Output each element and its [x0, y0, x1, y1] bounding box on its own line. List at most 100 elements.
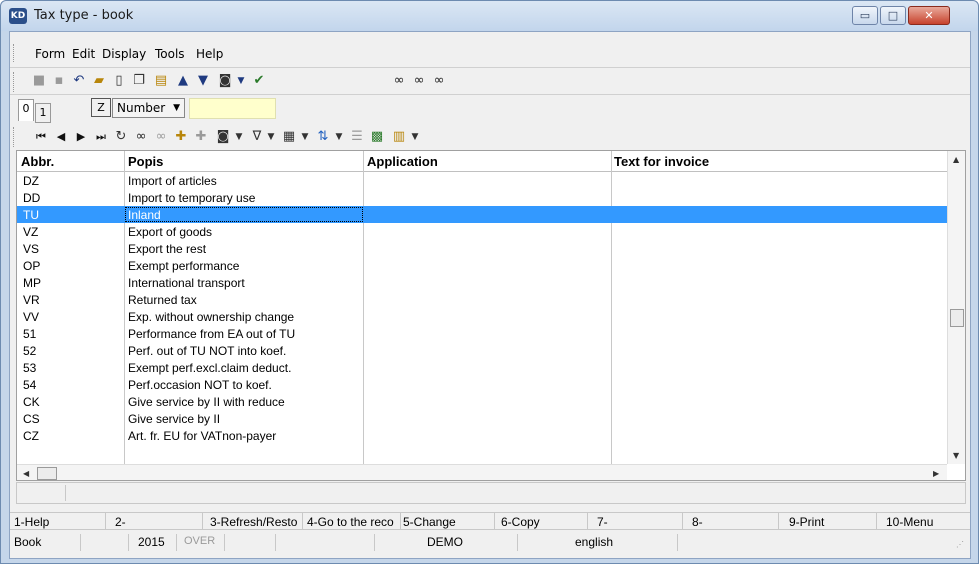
vertical-scrollbar[interactable]: ▲ ▼: [947, 151, 965, 464]
z-button[interactable]: Z: [91, 98, 111, 117]
toolbar-grip[interactable]: [13, 72, 16, 92]
f8-key[interactable]: 8-: [692, 515, 703, 529]
book-icon[interactable]: ▤: [152, 72, 170, 90]
table-row[interactable]: OP Exempt performance: [17, 257, 947, 274]
nav-toolbar-grip[interactable]: [13, 127, 16, 147]
cell-popis: Returned tax: [128, 293, 197, 307]
menu-edit[interactable]: Edit: [72, 47, 95, 61]
dropdown-icon[interactable]: ▼: [232, 72, 250, 90]
tab-0[interactable]: 0: [18, 99, 34, 121]
f5-change-key[interactable]: 5-Change: [403, 515, 456, 529]
save-as-icon[interactable]: ▪: [50, 72, 68, 90]
menu-separator: [10, 67, 970, 68]
status-divider: [224, 534, 225, 551]
table-row[interactable]: 52 Perf. out of TU NOT into koef.: [17, 342, 947, 359]
cell-abbr: DD: [23, 191, 41, 205]
undo-icon[interactable]: ↶: [70, 72, 88, 90]
sort-select-value: Number: [117, 101, 166, 115]
main-toolbar: ■ ▪ ↶ ▰ ▯ ❐ ▤ ▲ ▼ ◙ ▼ ✔ ∞ ∞ ∞: [10, 70, 970, 94]
title-bar[interactable]: KD Tax type - book ▭ □ ✕: [1, 1, 978, 31]
find-record-icon[interactable]: ∞: [132, 128, 150, 146]
menu-tools[interactable]: Tools: [155, 47, 185, 61]
add-record-icon[interactable]: ✚: [172, 128, 190, 146]
table-row[interactable]: CS Give service by II: [17, 410, 947, 427]
fkey-divider: [302, 513, 303, 530]
check-icon[interactable]: ✔: [250, 72, 268, 90]
table-row[interactable]: DZ Import of articles: [17, 172, 947, 189]
column-header-application[interactable]: Application: [367, 154, 438, 169]
first-record-icon[interactable]: ⏮: [32, 128, 50, 146]
report-dropdown-icon[interactable]: ▼: [406, 128, 424, 146]
menu-form[interactable]: Form: [35, 47, 65, 61]
table-row[interactable]: VR Returned tax: [17, 291, 947, 308]
find-disabled-icon[interactable]: ∞: [152, 128, 170, 146]
close-button[interactable]: ✕: [908, 6, 950, 25]
table-row[interactable]: VS Export the rest: [17, 240, 947, 257]
vertical-scroll-thumb[interactable]: [950, 309, 964, 327]
next-record-icon[interactable]: ▶: [72, 128, 90, 146]
save-icon[interactable]: ■: [30, 72, 48, 90]
resize-grip-icon[interactable]: ⋰: [956, 540, 964, 549]
cell-abbr: MP: [23, 276, 41, 290]
f10-menu-key[interactable]: 10-Menu: [886, 515, 933, 529]
status-divider: [275, 534, 276, 551]
camera-dropdown-icon[interactable]: ▼: [230, 128, 248, 146]
cell-popis: Inland: [128, 208, 161, 222]
cell-popis: Give service by II with reduce: [128, 395, 285, 409]
scroll-left-icon[interactable]: ◀: [23, 469, 29, 478]
fkey-divider: [876, 513, 877, 530]
find-replace-icon[interactable]: ∞: [430, 72, 448, 90]
table-row[interactable]: 51 Performance from EA out of TU: [17, 325, 947, 342]
f4-goto-record-key[interactable]: 4-Go to the reco: [307, 515, 400, 529]
f3-refresh-key[interactable]: 3-Refresh/Resto: [210, 515, 302, 529]
scroll-up-icon[interactable]: ▲: [953, 155, 959, 164]
last-record-icon[interactable]: ⏭: [92, 128, 110, 146]
f7-key[interactable]: 7-: [597, 515, 608, 529]
remove-record-icon[interactable]: ✚: [192, 128, 210, 146]
f6-copy-key[interactable]: 6-Copy: [501, 515, 540, 529]
minimize-button[interactable]: ▭: [852, 6, 878, 25]
scroll-right-icon[interactable]: ▶: [933, 469, 939, 478]
open-folder-icon[interactable]: ▰: [90, 72, 108, 90]
copy-icon[interactable]: ❐: [130, 72, 148, 90]
f1-help-key[interactable]: 1-Help: [14, 515, 49, 529]
table-row[interactable]: MP International transport: [17, 274, 947, 291]
move-up-icon[interactable]: ▲: [174, 72, 192, 90]
table-row[interactable]: CZ Art. fr. EU for VATnon-payer: [17, 427, 947, 444]
table-row[interactable]: DD Import to temporary use: [17, 189, 947, 206]
table-row[interactable]: VZ Export of goods: [17, 223, 947, 240]
table-row[interactable]: VV Exp. without ownership change: [17, 308, 947, 325]
column-header-abbr[interactable]: Abbr.: [21, 154, 54, 169]
filter-dropdown-icon[interactable]: ▼: [262, 128, 280, 146]
export-dropdown-icon[interactable]: ▼: [296, 128, 314, 146]
column-icon[interactable]: ☰: [348, 128, 366, 146]
f9-print-key[interactable]: 9-Print: [789, 515, 824, 529]
table-row[interactable]: CK Give service by II with reduce: [17, 393, 947, 410]
horizontal-scroll-thumb[interactable]: [37, 467, 57, 480]
excel-icon[interactable]: ▩: [368, 128, 386, 146]
new-document-icon[interactable]: ▯: [110, 72, 128, 90]
sort-dropdown-icon[interactable]: ▼: [330, 128, 348, 146]
f2-key[interactable]: 2-: [115, 515, 126, 529]
scroll-down-icon[interactable]: ▼: [953, 451, 959, 460]
column-header-text-for-invoice[interactable]: Text for invoice: [614, 154, 709, 169]
table-row[interactable]: 54 Perf.occasion NOT to koef.: [17, 376, 947, 393]
column-header-popis[interactable]: Popis: [128, 154, 163, 169]
refresh-icon[interactable]: ↻: [112, 128, 130, 146]
menu-display[interactable]: Display: [102, 47, 146, 61]
move-down-icon[interactable]: ▼: [194, 72, 212, 90]
data-grid[interactable]: Abbr. Popis Application Text for invoice…: [16, 150, 966, 481]
table-row-selected[interactable]: TU Inland: [17, 206, 947, 223]
horizontal-scrollbar[interactable]: ◀ ▶: [17, 464, 947, 480]
status-bar: Book 2015 OVER DEMO english ⋰: [10, 532, 970, 552]
menu-help[interactable]: Help: [196, 47, 223, 61]
find-icon[interactable]: ∞: [390, 72, 408, 90]
tab-1[interactable]: 1: [35, 103, 51, 123]
grip-handle[interactable]: [13, 44, 16, 62]
find-next-icon[interactable]: ∞: [410, 72, 428, 90]
filter-input[interactable]: [189, 98, 276, 119]
previous-record-icon[interactable]: ◀: [52, 128, 70, 146]
sort-select[interactable]: Number ▼: [112, 98, 185, 118]
maximize-button[interactable]: □: [880, 6, 906, 25]
table-row[interactable]: 53 Exempt perf.excl.claim deduct.: [17, 359, 947, 376]
